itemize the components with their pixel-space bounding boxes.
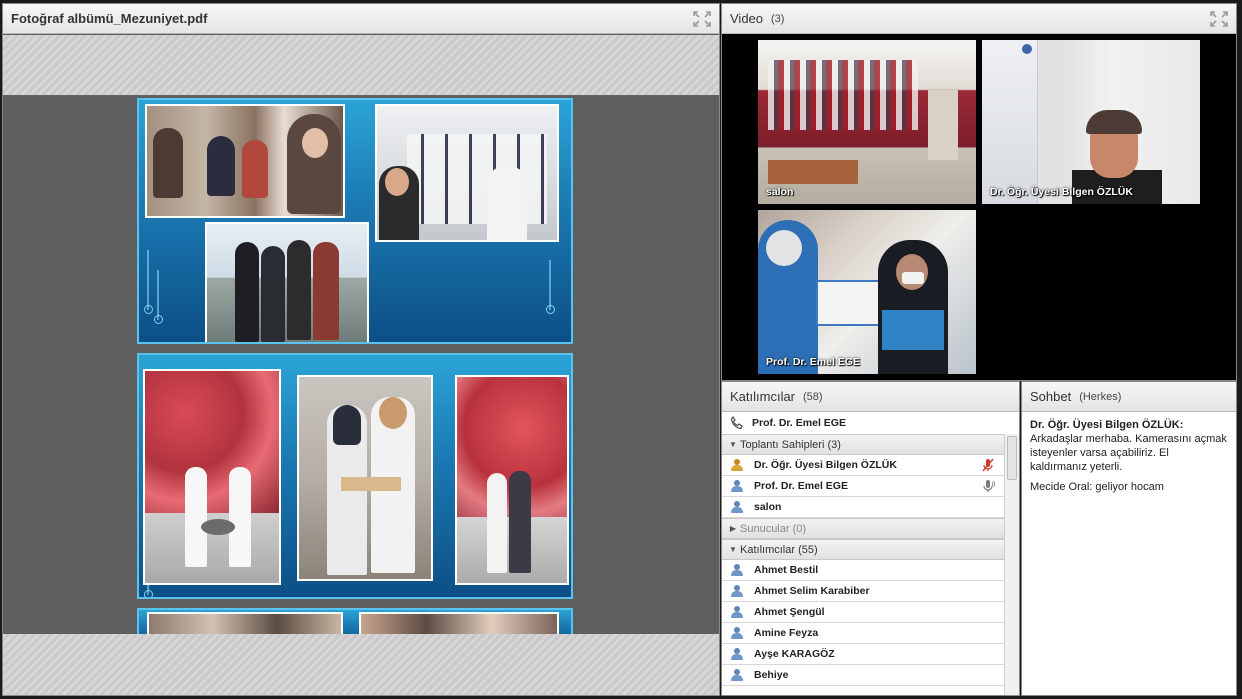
- circuit-decoration: [546, 260, 559, 314]
- share-pod-title: Fotoğraf albümü_Mezuniyet.pdf: [11, 11, 208, 26]
- section-presenters[interactable]: ▶ Sunucular (0): [722, 518, 1005, 539]
- circuit-decoration: [144, 250, 157, 314]
- list-item[interactable]: Ahmet Bestil: [722, 560, 1005, 581]
- mic-on-icon: [981, 479, 996, 493]
- fullscreen-icon[interactable]: [693, 10, 711, 27]
- chat-pod-header: Sohbet (Herkes): [1022, 382, 1236, 412]
- video-label: Dr. Öğr. Üyesi Bilgen ÖZLÜK: [990, 186, 1133, 198]
- document-viewport[interactable]: [3, 95, 719, 634]
- chat-text: geliyor hocam: [1095, 481, 1164, 493]
- caret-down-icon: ▼: [729, 440, 737, 449]
- mic-muted-icon: [981, 458, 995, 472]
- video-pod: Video (3) salon Dr. Öğr. Üyesi Bilgen ÖZ…: [721, 3, 1237, 381]
- video-tile-emel-ege[interactable]: Prof. Dr. Emel EGE: [758, 210, 976, 374]
- share-pod-header: Fotoğraf albümü_Mezuniyet.pdf: [3, 4, 719, 34]
- attendee-name: Ahmet Selim Karabiber: [754, 585, 870, 597]
- caret-right-icon: ▶: [729, 524, 737, 533]
- phone-icon: [730, 415, 744, 430]
- chat-sender: Mecide Oral:: [1030, 481, 1093, 493]
- video-pod-title: Video: [730, 11, 764, 26]
- attendee-pod-header: Katılımcılar (58): [722, 382, 1019, 412]
- user-icon: [730, 563, 744, 577]
- scrollbar-thumb[interactable]: [1007, 436, 1017, 480]
- user-icon: [730, 605, 744, 619]
- chat-text: Arkadaşlar merhaba. Kamerasını açmak ist…: [1030, 433, 1227, 473]
- user-icon: [730, 584, 744, 598]
- list-item[interactable]: Ayşe KARAGÖZ: [722, 644, 1005, 665]
- chat-message: Dr. Öğr. Üyesi Bilgen ÖZLÜK: Arkadaşlar …: [1030, 418, 1228, 474]
- attendee-name: Dr. Öğr. Üyesi Bilgen ÖZLÜK: [754, 459, 897, 471]
- attendee-name: salon: [754, 501, 782, 513]
- attendee-pod-title: Katılımcılar: [730, 389, 796, 404]
- album-photo: [145, 104, 345, 218]
- chat-pod-title: Sohbet: [1030, 389, 1072, 404]
- caret-down-icon: ▼: [729, 545, 737, 554]
- album-photo: [359, 612, 559, 634]
- video-tile-salon[interactable]: salon: [758, 40, 976, 204]
- album-photo: [455, 375, 569, 585]
- current-user-row[interactable]: Prof. Dr. Emel EGE: [722, 412, 1019, 433]
- album-photo: [147, 612, 343, 634]
- album-photo: [375, 104, 559, 242]
- attendee-name: Ahmet Bestil: [754, 564, 819, 576]
- chat-pod: Sohbet (Herkes) Dr. Öğr. Üyesi Bilgen ÖZ…: [1021, 381, 1237, 696]
- chat-sender: Dr. Öğr. Üyesi Bilgen ÖZLÜK:: [1030, 419, 1184, 431]
- attendee-name: Behiye: [754, 669, 789, 681]
- album-photo: [143, 369, 281, 585]
- section-hosts-label: Toplantı Sahipleri (3): [740, 438, 841, 451]
- host-user-icon: [730, 458, 744, 472]
- section-participants[interactable]: ▼ Katılımcılar (55): [722, 539, 1005, 560]
- share-pod: Fotoğraf albümü_Mezuniyet.pdf: [2, 3, 720, 696]
- video-label: Prof. Dr. Emel EGE: [766, 356, 860, 368]
- user-icon: [730, 668, 744, 682]
- attendee-list[interactable]: ▼ Toplantı Sahipleri (3) Dr. Öğr. Üyesi …: [722, 434, 1005, 695]
- chat-message: Mecide Oral: geliyor hocam: [1030, 480, 1228, 494]
- section-participants-label: Katılımcılar (55): [740, 543, 818, 556]
- list-item[interactable]: Amine Feyza: [722, 623, 1005, 644]
- list-item[interactable]: Ahmet Şengül: [722, 602, 1005, 623]
- video-label: salon: [766, 186, 794, 198]
- current-user-name: Prof. Dr. Emel EGE: [752, 416, 846, 429]
- album-slide-1: [137, 98, 573, 344]
- user-icon: [730, 479, 744, 493]
- list-item[interactable]: Prof. Dr. Emel EGE: [722, 476, 1005, 497]
- video-pod-header: Video (3): [722, 4, 1236, 34]
- fullscreen-icon[interactable]: [1210, 10, 1228, 27]
- share-margin-bottom: [3, 634, 719, 695]
- share-margin-top: [3, 35, 719, 95]
- list-item[interactable]: Ahmet Selim Karabiber: [722, 581, 1005, 602]
- album-slide-3: [137, 608, 573, 634]
- attendee-name: Prof. Dr. Emel EGE: [754, 480, 848, 492]
- chat-audience: (Herkes): [1079, 390, 1122, 403]
- list-item[interactable]: Behiye: [722, 665, 1005, 686]
- list-item[interactable]: salon: [722, 497, 1005, 518]
- video-tile-bilgen-ozluk[interactable]: Dr. Öğr. Üyesi Bilgen ÖZLÜK: [982, 40, 1200, 204]
- user-icon: [730, 500, 744, 514]
- attendee-name: Amine Feyza: [754, 627, 819, 639]
- video-count: (3): [771, 12, 785, 25]
- attendee-pod: Katılımcılar (58) Prof. Dr. Emel EGE ▼ T…: [721, 381, 1020, 696]
- section-hosts[interactable]: ▼ Toplantı Sahipleri (3): [722, 434, 1005, 455]
- attendee-name: Ayşe KARAGÖZ: [754, 648, 835, 660]
- attendee-count: (58): [803, 390, 823, 403]
- chat-messages: Dr. Öğr. Üyesi Bilgen ÖZLÜK: Arkadaşlar …: [1022, 412, 1236, 506]
- user-icon: [730, 626, 744, 640]
- section-presenters-label: Sunucular (0): [740, 522, 807, 535]
- user-icon: [730, 647, 744, 661]
- album-photo: [297, 375, 433, 581]
- circuit-decoration: [154, 270, 167, 324]
- album-slide-2: [137, 353, 573, 599]
- attendee-scrollbar[interactable]: [1004, 434, 1019, 695]
- video-grid: salon Dr. Öğr. Üyesi Bilgen ÖZLÜK Prof. …: [722, 35, 1236, 380]
- list-item[interactable]: Dr. Öğr. Üyesi Bilgen ÖZLÜK: [722, 455, 1005, 476]
- attendee-name: Ahmet Şengül: [754, 606, 825, 618]
- album-photo: [205, 222, 369, 342]
